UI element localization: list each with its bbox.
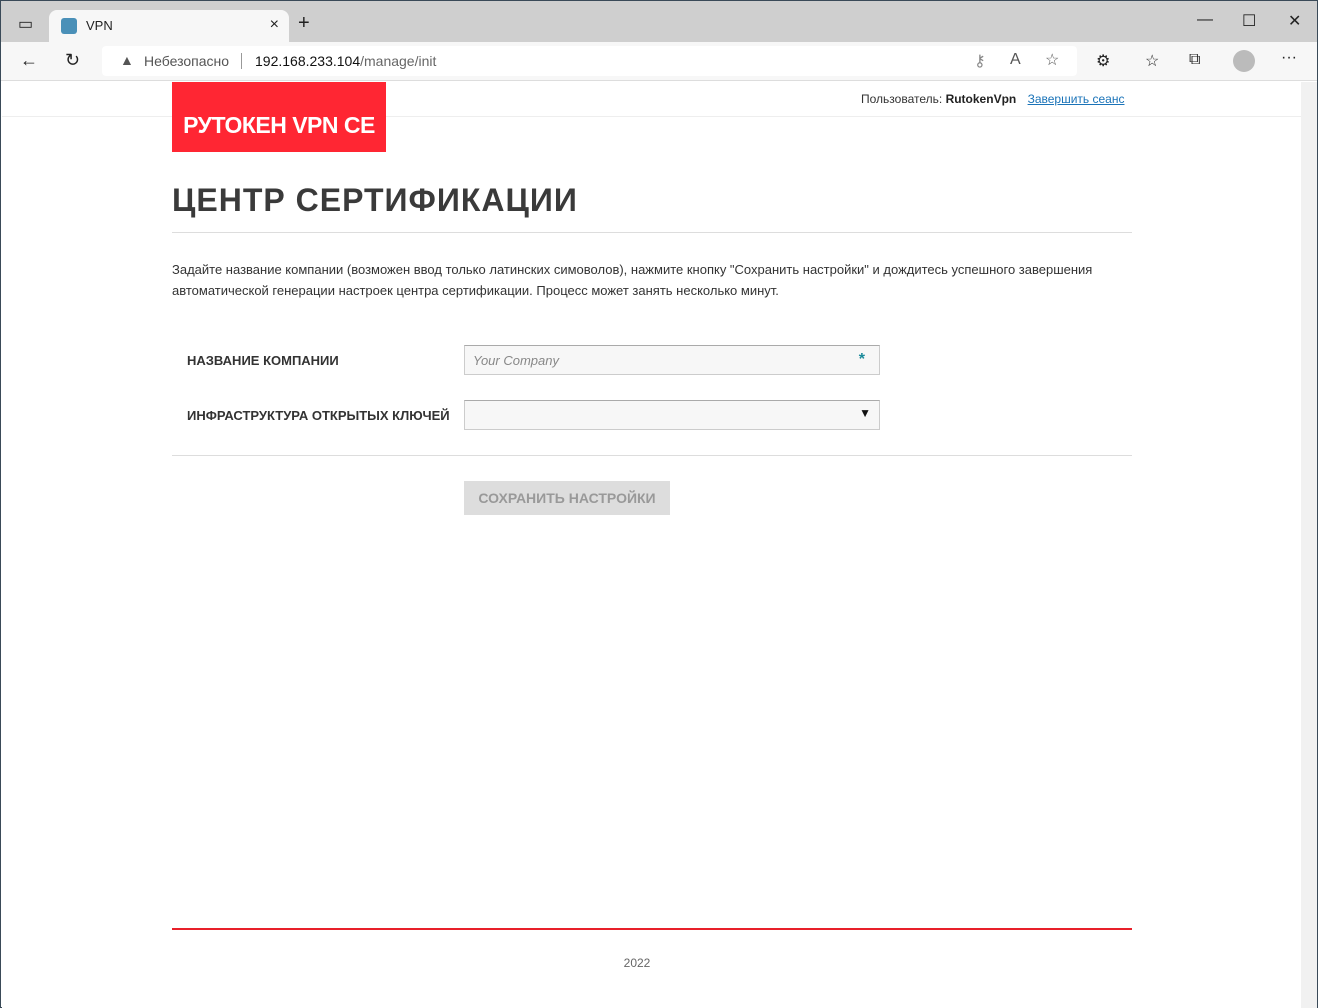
maximize-icon[interactable]: ☐ <box>1242 11 1256 31</box>
address-bar[interactable]: ▲ Небезопасно 192.168.233.104/manage/ini… <box>102 46 1077 76</box>
logo[interactable]: РУТОКЕН VPN CE <box>172 82 386 152</box>
profile-avatar-icon[interactable] <box>1233 50 1255 72</box>
new-tab-icon[interactable]: + <box>298 12 310 35</box>
pki-label: ИНФРАСТРУКТУРА ОТКРЫТЫХ КЛЮЧЕЙ <box>187 408 450 423</box>
pki-select[interactable]: ▼ <box>464 400 880 430</box>
tab-actions-icon[interactable]: ▭ <box>18 14 33 34</box>
close-window-icon[interactable]: ✕ <box>1288 11 1301 31</box>
read-aloud-icon[interactable]: A <box>1010 51 1021 69</box>
url-text[interactable]: 192.168.233.104/manage/init <box>255 53 436 69</box>
back-icon[interactable]: ← <box>20 50 38 71</box>
add-favorite-icon[interactable]: ☆ <box>1045 50 1059 70</box>
extensions-icon[interactable]: ⚙ <box>1096 51 1110 71</box>
warning-icon: ▲ <box>120 52 134 68</box>
insecure-label[interactable]: Небезопасно <box>144 53 229 69</box>
tab-vpn[interactable]: VPN × <box>49 10 289 42</box>
browser-toolbar: ← ↻ ▲ Небезопасно 192.168.233.104/manage… <box>1 42 1317 81</box>
required-icon: * <box>858 351 865 368</box>
more-icon[interactable]: ··· <box>1281 49 1297 67</box>
key-icon[interactable]: ⚷ <box>974 51 986 71</box>
minimize-icon[interactable]: — <box>1197 11 1213 29</box>
page-title: ЦЕНТР СЕРТИФИКАЦИИ <box>172 182 578 218</box>
favorites-icon[interactable]: ☆ <box>1145 51 1159 71</box>
company-input[interactable]: Your Company * <box>464 345 880 375</box>
chevron-down-icon: ▼ <box>859 406 871 420</box>
description: Задайте название компании (возможен ввод… <box>172 262 1093 298</box>
favicon-icon <box>61 18 77 34</box>
tab-bar: ▭ VPN × + — ☐ ✕ <box>1 1 1317 42</box>
save-button[interactable]: СОХРАНИТЬ НАСТРОЙКИ <box>464 481 670 515</box>
user-info: Пользователь: RutokenVpn Завершить сеанс <box>861 92 1125 106</box>
footer-year: 2022 <box>623 956 651 970</box>
company-label: НАЗВАНИЕ КОМПАНИИ <box>187 353 339 368</box>
page: РУТОКЕН VPN CE Пользователь: RutokenVpn … <box>2 82 1302 1008</box>
close-tab-icon[interactable]: × <box>270 16 279 34</box>
user-name: RutokenVpn <box>945 92 1017 106</box>
scrollbar[interactable] <box>1301 82 1317 1008</box>
tab-title: VPN <box>86 18 113 33</box>
collections-icon[interactable]: ⧉ <box>1189 51 1200 69</box>
logout-link[interactable]: Завершить сеанс <box>1028 92 1125 106</box>
reload-icon[interactable]: ↻ <box>65 50 80 71</box>
